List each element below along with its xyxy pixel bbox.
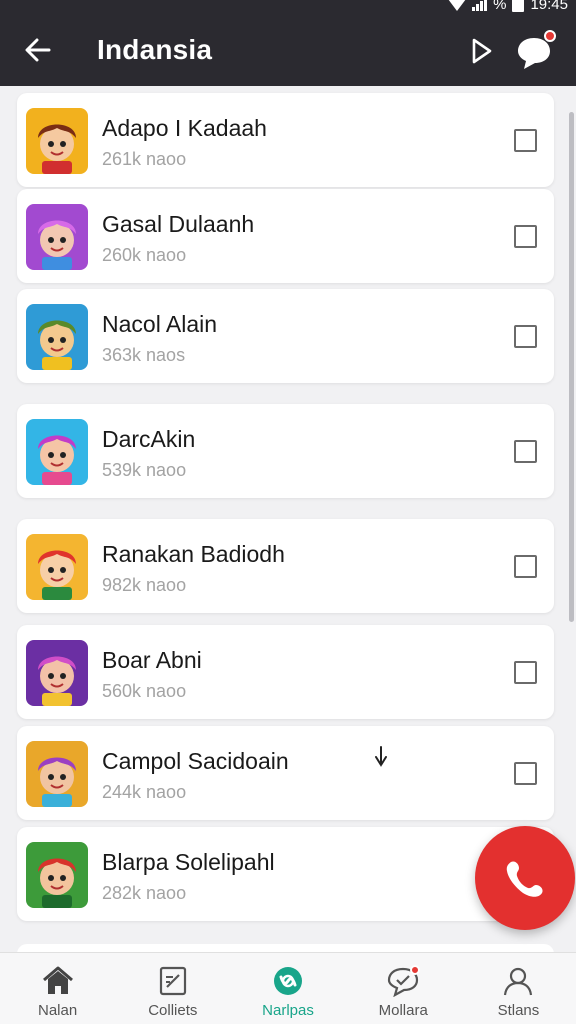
notification-chat-icon bbox=[386, 965, 421, 998]
item-checkbox[interactable] bbox=[514, 661, 537, 684]
item-checkbox[interactable] bbox=[514, 325, 537, 348]
nav-label: Stlans bbox=[497, 1002, 540, 1019]
profile-icon bbox=[501, 965, 535, 997]
nav-item-profile[interactable]: Stlans bbox=[461, 953, 576, 1024]
item-checkbox[interactable] bbox=[514, 555, 537, 578]
game-avatar bbox=[26, 304, 88, 370]
item-title: DarcAkin bbox=[102, 426, 196, 452]
phone-icon bbox=[506, 861, 543, 897]
list-item[interactable]: Nacol Alain 363k naos bbox=[17, 289, 554, 383]
status-time: 19:45 bbox=[530, 0, 568, 13]
game-avatar bbox=[26, 640, 88, 706]
signal-icon bbox=[472, 0, 488, 11]
wifi-icon bbox=[448, 0, 467, 11]
item-title: Gasal Dulaanh bbox=[102, 211, 255, 237]
item-checkbox[interactable] bbox=[514, 440, 537, 463]
item-subtitle: 363k naos bbox=[102, 345, 186, 365]
list-item[interactable]: Blarpa Solelipahl 282k naoo bbox=[17, 827, 554, 921]
list-item[interactable]: Ranakan Badiodh 982k naoo bbox=[17, 519, 554, 613]
item-title: Adapo I Kadaah bbox=[102, 115, 267, 141]
item-subtitle: 244k naoo bbox=[102, 782, 187, 802]
arrow-back-icon bbox=[25, 38, 51, 62]
item-title: Campol Sacidoain bbox=[102, 748, 289, 774]
list-item[interactable]: DarcAkin 539k naoo bbox=[17, 404, 554, 498]
item-subtitle: 282k naoo bbox=[102, 883, 187, 903]
call-fab-button[interactable] bbox=[475, 826, 575, 930]
nav-item-edit-note[interactable]: Colliets bbox=[115, 953, 230, 1024]
item-checkbox[interactable] bbox=[514, 129, 537, 152]
nav-label: Narlpas bbox=[262, 1002, 314, 1019]
item-checkbox[interactable] bbox=[514, 762, 537, 785]
nav-label: Nalan bbox=[38, 1002, 78, 1019]
page-title: Indansia bbox=[97, 34, 213, 65]
game-avatar bbox=[26, 741, 88, 807]
list-item[interactable]: Boar Abni 560k naoo bbox=[17, 625, 554, 719]
list-item[interactable] bbox=[17, 944, 554, 952]
item-title: Boar Abni bbox=[102, 647, 202, 673]
game-avatar bbox=[26, 534, 88, 600]
play-icon bbox=[472, 38, 492, 64]
play-button[interactable] bbox=[468, 36, 496, 66]
nav-item-home[interactable]: Nalan bbox=[0, 953, 115, 1024]
game-avatar bbox=[26, 842, 88, 908]
cursor-arrow-icon bbox=[375, 746, 387, 767]
game-avatar bbox=[26, 419, 88, 485]
game-list: Adapo I Kadaah 261k naoo Gasal Dulaanh 260k… bbox=[0, 86, 576, 952]
bottom-navigation: Nalan Colliets Narlpas Mollara Stlans bbox=[0, 952, 576, 1024]
item-subtitle: 982k naoo bbox=[102, 575, 187, 595]
home-icon bbox=[41, 965, 75, 997]
nav-label: Colliets bbox=[148, 1002, 198, 1019]
item-subtitle: 261k naoo bbox=[102, 149, 187, 169]
battery-icon bbox=[512, 0, 525, 12]
back-button[interactable] bbox=[20, 32, 56, 68]
item-title: Blarpa Solelipahl bbox=[102, 849, 275, 875]
notification-badge bbox=[544, 30, 556, 42]
list-item[interactable]: Campol Sacidoain 244k naoo bbox=[17, 726, 554, 820]
status-icons: % 19:45 bbox=[448, 0, 568, 13]
scrollbar[interactable] bbox=[569, 112, 574, 622]
status-bar: % 19:45 bbox=[0, 0, 576, 14]
nav-label: Mollara bbox=[378, 1002, 428, 1019]
item-title: Nacol Alain bbox=[102, 311, 218, 337]
game-avatar bbox=[26, 204, 88, 270]
list-item[interactable]: Adapo I Kadaah 261k naoo bbox=[17, 93, 554, 187]
item-checkbox[interactable] bbox=[514, 225, 537, 248]
item-subtitle: 260k naoo bbox=[102, 245, 187, 265]
item-title: Ranakan Badiodh bbox=[102, 541, 285, 567]
item-subtitle: 560k naoo bbox=[102, 681, 187, 701]
list-item[interactable]: Gasal Dulaanh 260k naoo bbox=[17, 189, 554, 283]
edit-note-icon bbox=[156, 965, 190, 997]
chat-button[interactable] bbox=[514, 30, 556, 72]
app-bar: Indansia bbox=[0, 14, 576, 86]
nav-item-notification-chat[interactable]: Mollara bbox=[346, 953, 461, 1024]
games-icon bbox=[271, 965, 305, 997]
nav-item-games[interactable]: Narlpas bbox=[230, 953, 345, 1024]
item-subtitle: 539k naoo bbox=[102, 460, 187, 480]
battery-percent: % bbox=[493, 0, 507, 13]
game-avatar bbox=[26, 108, 88, 174]
